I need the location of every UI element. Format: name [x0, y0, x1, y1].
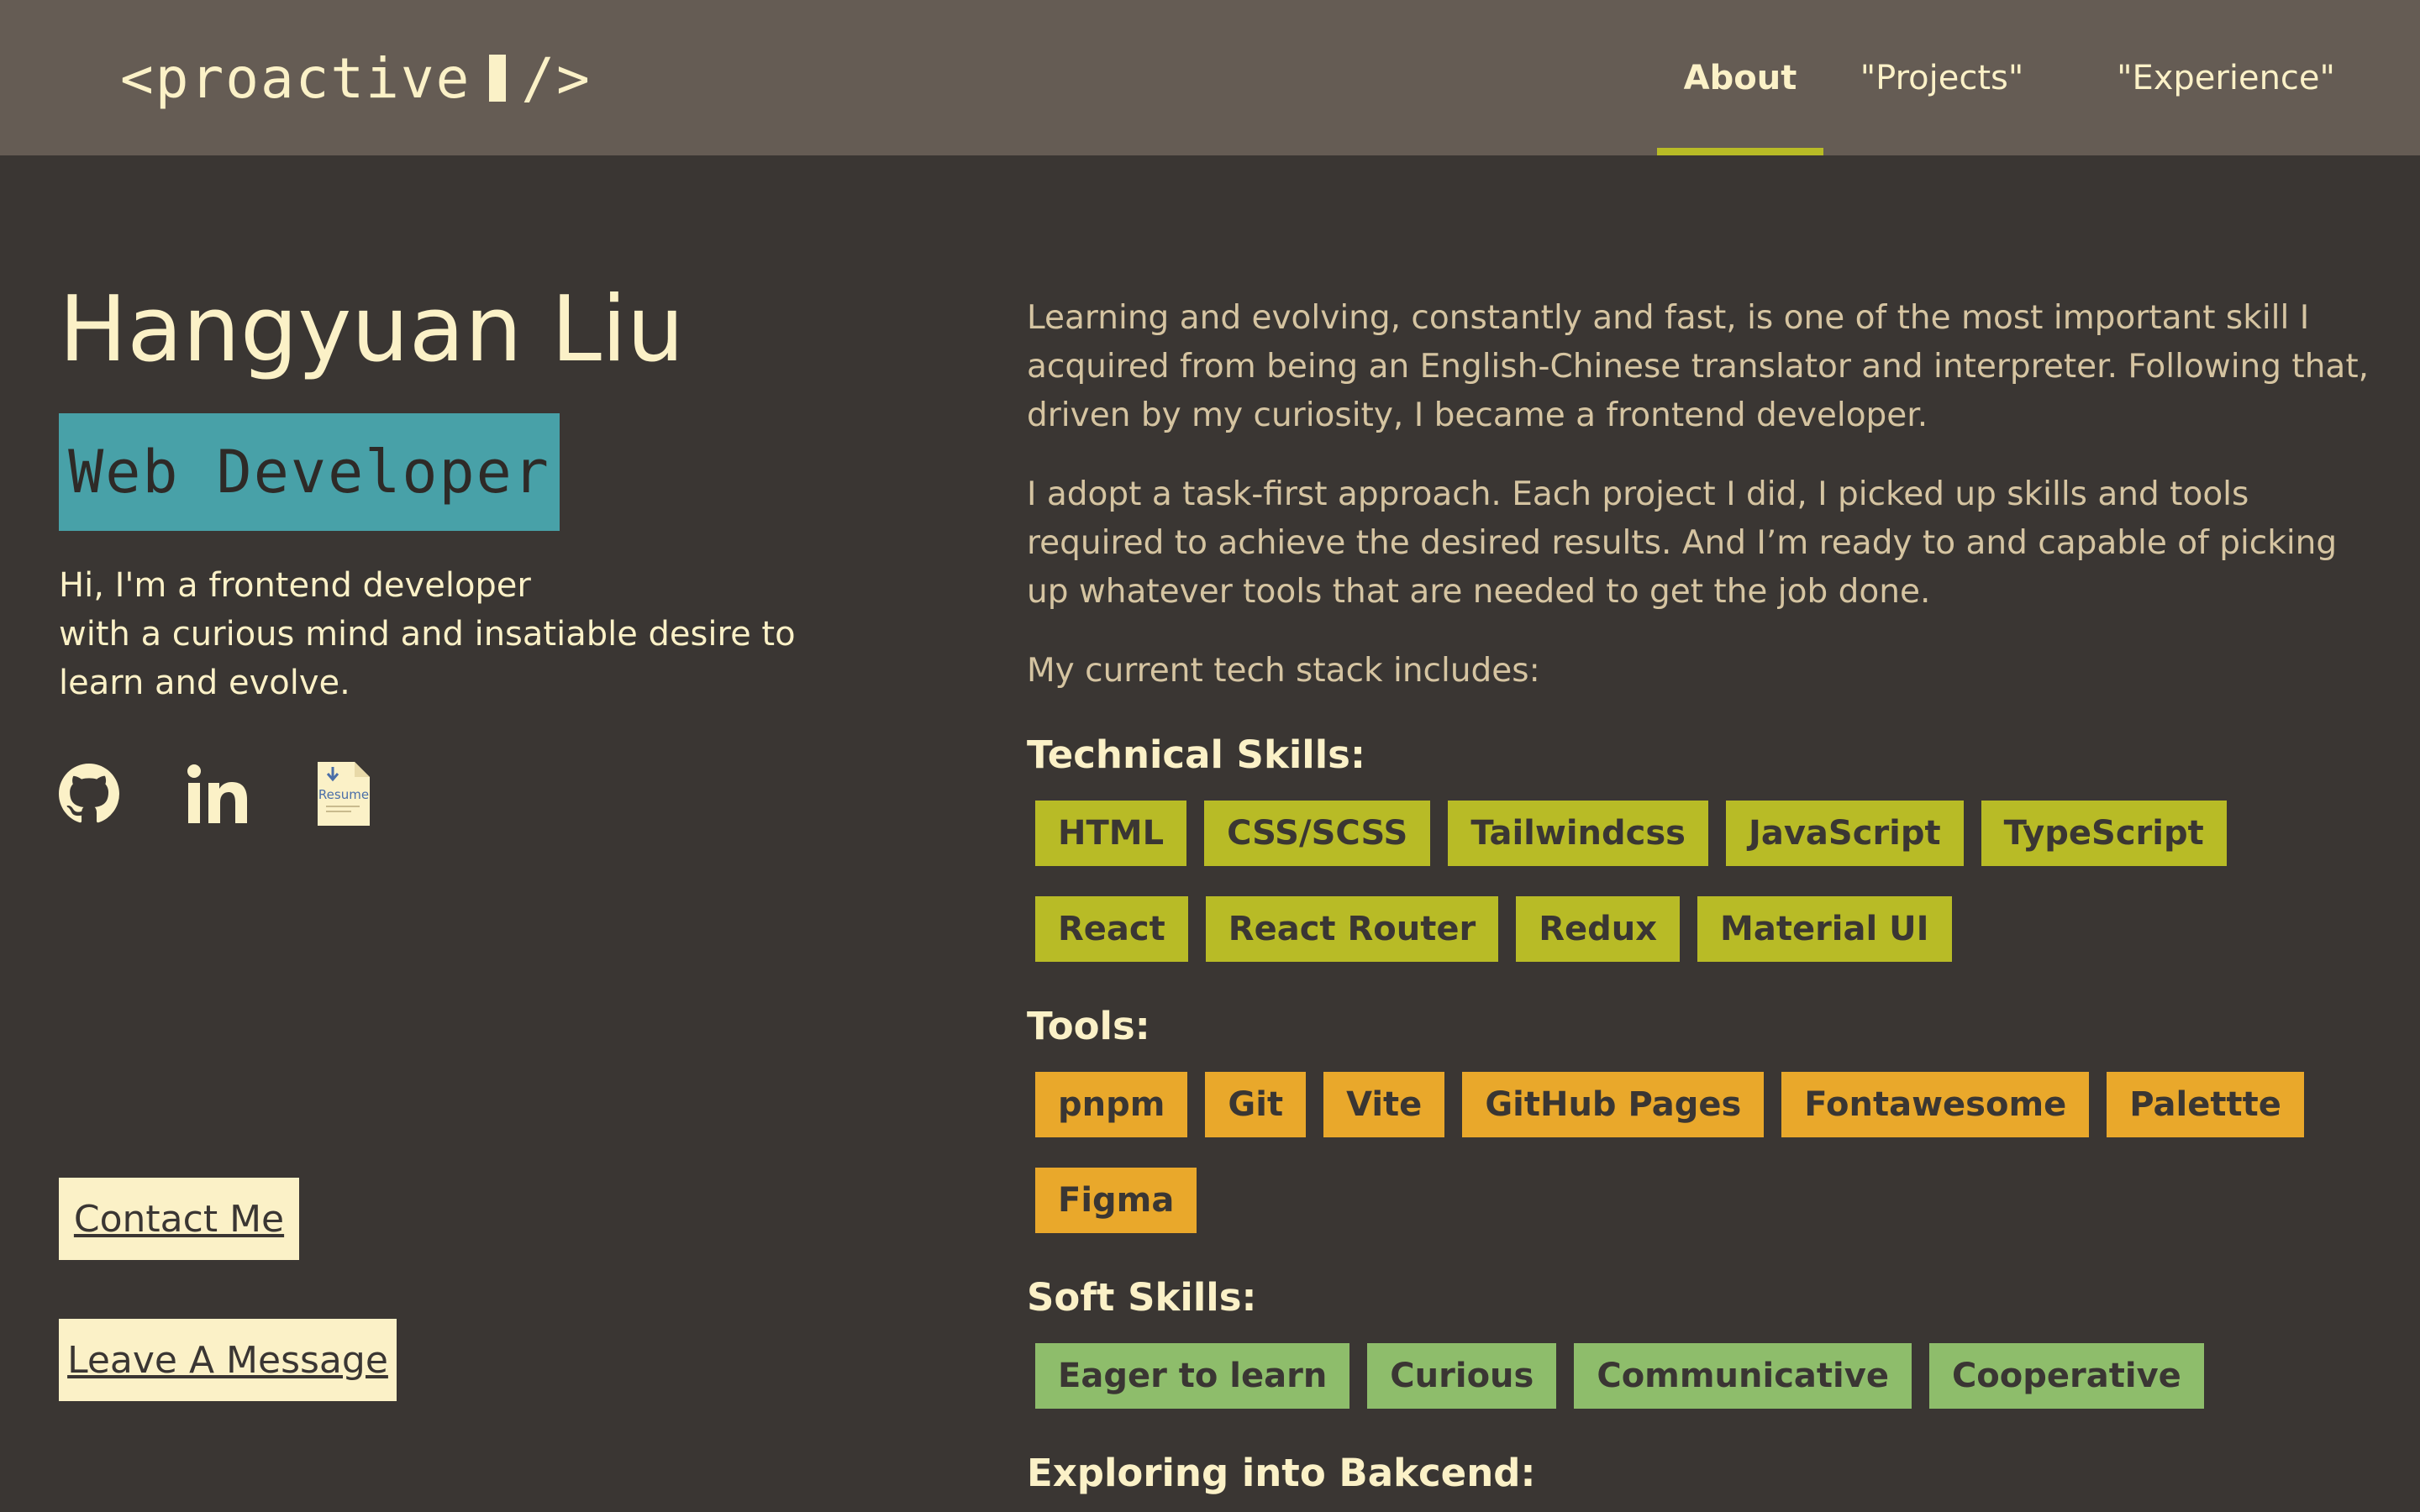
nav-about-label: About [1683, 58, 1797, 97]
technical-skills-title: Technical Skills: [1027, 732, 1365, 777]
soft-skill-tag: Curious [1367, 1343, 1557, 1409]
nav-experience[interactable]: "Experience" [2104, 0, 2348, 155]
soft-skill-tag: Eager to learn [1035, 1343, 1350, 1409]
skill-tag: Redux [1516, 896, 1681, 962]
intro-text: Hi, I'm a frontend developer with a curi… [59, 561, 882, 707]
tool-tag: Git [1205, 1072, 1307, 1137]
skill-tag: TypeScript [1981, 801, 2227, 866]
logo-text: <proactive [120, 45, 471, 111]
tool-tag: Figma [1035, 1168, 1197, 1233]
soft-skill-tag: Cooperative [1928, 1343, 2204, 1409]
tool-tag: Vite [1323, 1072, 1445, 1137]
soft-skill-tag: Communicative [1574, 1343, 1912, 1409]
tools-list: pnpm Git Vite GitHub Pages Fontawesome P… [1035, 1072, 2371, 1263]
resume-icon-label: Resume [318, 787, 369, 802]
resume-link[interactable]: Resume [316, 760, 371, 831]
about-paragraph-2: I adopt a task-first approach. Each proj… [1027, 475, 2338, 611]
about-paragraph-1: Learning and evolving, constantly and fa… [1027, 299, 2370, 434]
tool-tag: Palettte [2107, 1072, 2304, 1137]
role-badge: Web Developer [59, 413, 560, 531]
social-links: Resume [59, 760, 439, 831]
skill-tag: React [1035, 896, 1188, 962]
intro-line-1: Hi, I'm a frontend developer [59, 566, 531, 605]
skill-tag: React Router [1205, 896, 1499, 962]
github-link[interactable] [59, 764, 119, 827]
tool-tag: pnpm [1035, 1072, 1188, 1137]
skill-tag: Tailwindcss [1448, 801, 1708, 866]
top-navbar: <proactive /> About "Projects" "Experien… [0, 0, 2420, 155]
tool-tag: Fontawesome [1781, 1072, 2090, 1137]
technical-skills-list: HTML CSS/SCSS Tailwindcss JavaScript Typ… [1035, 801, 2371, 992]
site-logo[interactable]: <proactive /> [120, 40, 592, 116]
nav-projects-label: "Projects" [1860, 58, 2024, 97]
skill-tag: CSS/SCSS [1204, 801, 1431, 866]
nav-projects[interactable]: "Projects" [1852, 0, 2032, 155]
nav-active-indicator [1657, 148, 1823, 155]
logo-tail: /> [521, 45, 592, 111]
nav-experience-label: "Experience" [2117, 58, 2335, 97]
github-icon [59, 764, 119, 823]
tools-title: Tools: [1027, 1004, 1150, 1048]
about-section: Learning and evolving, constantly and fa… [1027, 294, 2371, 1512]
contact-me-button[interactable]: Contact Me [59, 1178, 299, 1260]
tool-tag: GitHub Pages [1462, 1072, 1765, 1137]
backend-title: Exploring into Bakcend: [1027, 1451, 1536, 1495]
logo-cursor-icon [489, 55, 507, 102]
linkedin-icon [187, 764, 247, 823]
soft-skills-list: Eager to learn Curious Communicative Coo… [1035, 1343, 2371, 1439]
skill-tag: Material UI [1697, 896, 1952, 962]
skill-tag: JavaScript [1725, 801, 1964, 866]
linkedin-link[interactable] [187, 763, 249, 828]
nav-about[interactable]: About [1657, 0, 1823, 155]
profile-name: Hangyuan Liu [59, 277, 685, 382]
soft-skills-title: Soft Skills: [1027, 1275, 1257, 1320]
intro-line-2: with a curious mind and insatiable desir… [59, 615, 796, 702]
about-paragraph-3: My current tech stack includes: [1027, 652, 1540, 690]
skill-tag: HTML [1035, 801, 1187, 866]
resume-icon: Resume [318, 762, 370, 826]
leave-message-button[interactable]: Leave A Message [59, 1319, 397, 1401]
